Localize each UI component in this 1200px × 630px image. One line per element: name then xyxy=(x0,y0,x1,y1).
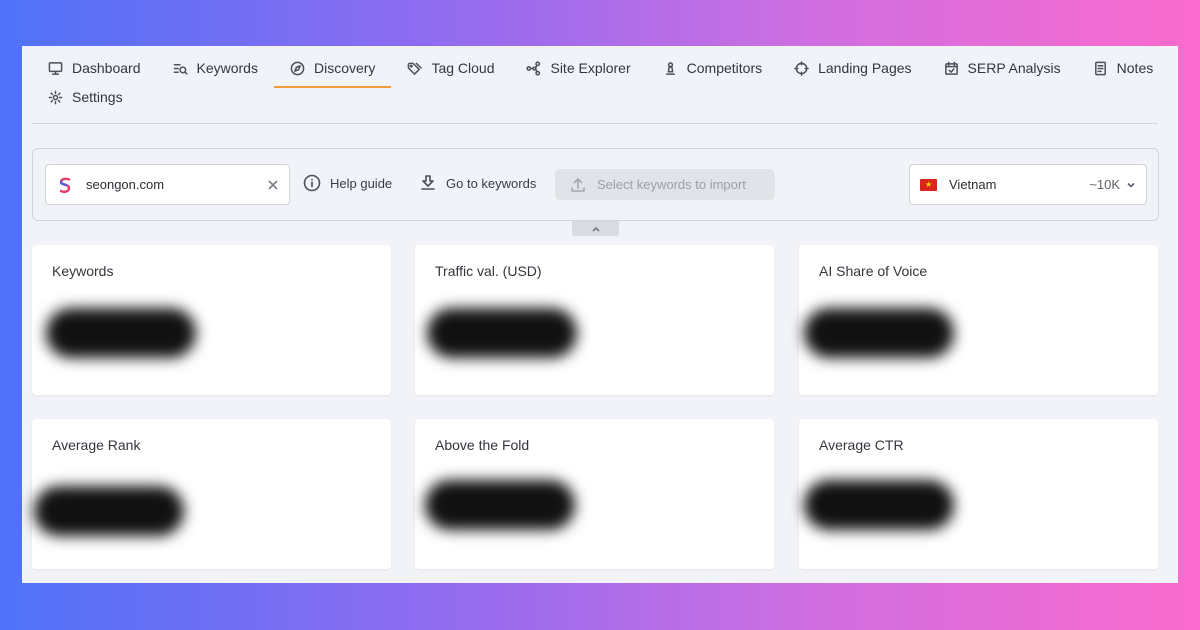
collapse-toolbar-button[interactable] xyxy=(572,221,619,236)
tab-label: SERP Analysis xyxy=(967,60,1061,76)
seongon-logo-icon xyxy=(59,177,71,193)
redacted-value xyxy=(804,480,954,530)
import-keywords-label: Select keywords to import xyxy=(597,177,746,192)
help-guide-button[interactable]: Help guide xyxy=(303,174,392,192)
redacted-value xyxy=(46,308,196,358)
metric-title: Keywords xyxy=(52,263,114,279)
tab-tag-cloud[interactable]: Tag Cloud xyxy=(391,48,510,88)
country-select[interactable]: ★ Vietnam ~10K xyxy=(909,164,1147,205)
chevron-down-icon xyxy=(1127,182,1135,188)
sitemap-icon xyxy=(526,60,541,76)
chevron-up-icon xyxy=(591,226,600,232)
metric-title: Above the Fold xyxy=(435,437,530,453)
redacted-value xyxy=(427,308,577,358)
app-window: Dashboard Keywords Discovery Tag Cloud S… xyxy=(22,46,1178,583)
go-to-keywords-button[interactable]: Go to keywords xyxy=(419,174,536,192)
metric-card-average-ctr: Average CTR xyxy=(799,419,1158,569)
redacted-value xyxy=(34,486,184,536)
info-icon xyxy=(303,174,321,192)
close-icon[interactable] xyxy=(267,179,279,191)
tab-discovery[interactable]: Discovery xyxy=(273,48,392,88)
tab-landing-pages[interactable]: Landing Pages xyxy=(778,48,927,88)
keyword-search-icon xyxy=(173,63,188,75)
monitor-icon xyxy=(48,61,63,75)
domain-value: seongon.com xyxy=(86,177,165,192)
toolbar: seongon.com Help guide Go to keywords Se… xyxy=(32,148,1159,221)
tag-icon xyxy=(408,62,423,75)
tab-label: Dashboard xyxy=(72,60,141,76)
tab-settings[interactable]: Settings xyxy=(32,77,139,117)
chess-pawn-icon xyxy=(665,61,675,75)
main-nav: Dashboard Keywords Discovery Tag Cloud S… xyxy=(32,46,1158,124)
metric-card-average-rank: Average Rank xyxy=(32,419,391,569)
tab-competitors[interactable]: Competitors xyxy=(647,48,778,88)
tab-serp-analysis[interactable]: SERP Analysis xyxy=(928,48,1077,88)
crosshair-icon xyxy=(794,60,809,76)
upload-icon xyxy=(571,177,585,192)
tab-label: Settings xyxy=(72,89,123,105)
metric-card-keywords: Keywords xyxy=(32,245,391,395)
download-arrow-icon xyxy=(421,175,435,190)
metric-card-above-the-fold: Above the Fold xyxy=(415,419,774,569)
metric-title: Traffic val. (USD) xyxy=(435,263,542,279)
tab-notes[interactable]: Notes xyxy=(1077,48,1170,88)
tab-label: Discovery xyxy=(313,60,376,76)
redacted-value xyxy=(425,480,575,530)
tab-label: Site Explorer xyxy=(550,60,631,76)
gear-icon xyxy=(48,90,63,104)
calendar-check-icon xyxy=(944,61,958,75)
tab-label: Competitors xyxy=(686,60,763,76)
go-to-keywords-label: Go to keywords xyxy=(446,175,537,191)
nav-row-1: Dashboard Keywords Discovery Tag Cloud S… xyxy=(32,46,1158,90)
metric-title: Average Rank xyxy=(52,437,141,453)
import-keywords-button[interactable]: Select keywords to import xyxy=(555,169,775,200)
tab-label: Landing Pages xyxy=(818,60,912,76)
metric-title: Average CTR xyxy=(819,437,904,453)
compass-icon xyxy=(290,61,305,75)
redacted-value xyxy=(804,308,954,358)
vietnam-flag-icon: ★ xyxy=(920,178,937,191)
tab-label: Keywords xyxy=(196,60,258,76)
metric-card-traffic-value: Traffic val. (USD) xyxy=(415,245,774,395)
tab-label: Tag Cloud xyxy=(431,60,495,76)
domain-input[interactable]: seongon.com xyxy=(45,164,290,205)
metric-card-ai-share-of-voice: AI Share of Voice xyxy=(799,245,1158,395)
country-name: Vietnam xyxy=(949,177,997,192)
metric-title: AI Share of Voice xyxy=(819,263,928,279)
notes-icon xyxy=(1094,61,1106,75)
search-volume: ~10K xyxy=(1089,177,1120,192)
help-guide-label: Help guide xyxy=(330,175,393,191)
tab-keywords[interactable]: Keywords xyxy=(157,48,274,88)
tab-label: Notes xyxy=(1116,60,1154,76)
tab-site-explorer[interactable]: Site Explorer xyxy=(510,48,646,88)
